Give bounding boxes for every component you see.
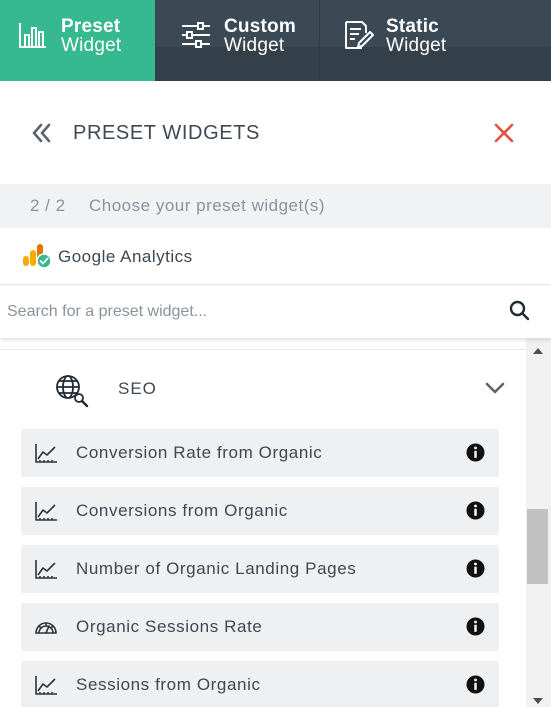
step-instruction: Choose your preset widget(s) bbox=[89, 196, 326, 215]
gauge-icon bbox=[35, 622, 57, 634]
data-source-name: Google Analytics bbox=[58, 247, 193, 266]
info-icon[interactable] bbox=[466, 501, 485, 520]
tab-title: Preset bbox=[61, 16, 121, 37]
info-icon[interactable] bbox=[466, 559, 485, 578]
sliders-icon bbox=[182, 22, 210, 48]
widget-label: Sessions from Organic bbox=[76, 675, 261, 694]
trend-line-icon bbox=[35, 444, 57, 463]
info-icon[interactable] bbox=[466, 443, 485, 462]
info-icon[interactable] bbox=[466, 617, 485, 636]
trend-line-icon bbox=[35, 676, 57, 695]
close-icon[interactable] bbox=[493, 122, 515, 144]
widget-label: Organic Sessions Rate bbox=[76, 617, 263, 636]
tab-custom-widget[interactable]: Custom Widget bbox=[155, 0, 320, 81]
tab-subtitle: Widget bbox=[386, 35, 447, 56]
widget-label: Conversions from Organic bbox=[76, 501, 288, 520]
double-chevron-left-icon[interactable] bbox=[30, 121, 54, 145]
scroll-up-arrow-icon[interactable] bbox=[532, 347, 544, 355]
edit-document-icon bbox=[345, 21, 374, 49]
tab-static-widget[interactable]: Static Widget bbox=[320, 0, 551, 81]
page-title: PRESET WIDGETS bbox=[73, 122, 260, 144]
info-icon[interactable] bbox=[466, 675, 485, 694]
widget-item-sessions-from-organic[interactable]: Sessions from Organic bbox=[21, 661, 499, 707]
widget-item-conversions-from-organic[interactable]: Conversions from Organic bbox=[21, 487, 499, 535]
search-input[interactable] bbox=[0, 286, 500, 338]
tab-preset-widget[interactable]: Preset Widget bbox=[0, 0, 155, 81]
widget-item-organic-sessions-rate[interactable]: Organic Sessions Rate bbox=[21, 603, 499, 651]
trend-line-icon bbox=[35, 560, 57, 579]
trend-line-icon bbox=[35, 502, 57, 521]
step-counter: 2 / 2 bbox=[30, 196, 66, 215]
tab-subtitle: Widget bbox=[61, 35, 122, 56]
tab-subtitle: Widget bbox=[224, 35, 285, 56]
bar-chart-icon bbox=[19, 23, 46, 48]
category-label: SEO bbox=[118, 379, 157, 398]
widget-item-conversion-rate-from-organic[interactable]: Conversion Rate from Organic bbox=[21, 429, 499, 477]
scrollbar-thumb[interactable] bbox=[527, 509, 548, 584]
tab-title: Static bbox=[386, 16, 439, 37]
globe-search-icon bbox=[56, 375, 89, 408]
widget-label: Number of Organic Landing Pages bbox=[76, 559, 357, 578]
divider bbox=[0, 349, 526, 350]
tab-title: Custom bbox=[224, 16, 296, 37]
scroll-down-arrow-icon[interactable] bbox=[532, 697, 544, 705]
search-icon[interactable] bbox=[509, 300, 530, 321]
widget-label: Conversion Rate from Organic bbox=[76, 443, 323, 462]
tab-label: Preset Widget bbox=[61, 17, 121, 55]
google-analytics-icon bbox=[23, 244, 52, 269]
tab-label: Custom Widget bbox=[224, 17, 296, 55]
widget-item-number-of-organic-landing-pages[interactable]: Number of Organic Landing Pages bbox=[21, 545, 499, 593]
tab-label: Static Widget bbox=[386, 17, 446, 55]
widget-type-tabs: Preset Widget Custom Widget Static Widge… bbox=[0, 0, 551, 81]
chevron-down-icon[interactable] bbox=[484, 380, 506, 396]
